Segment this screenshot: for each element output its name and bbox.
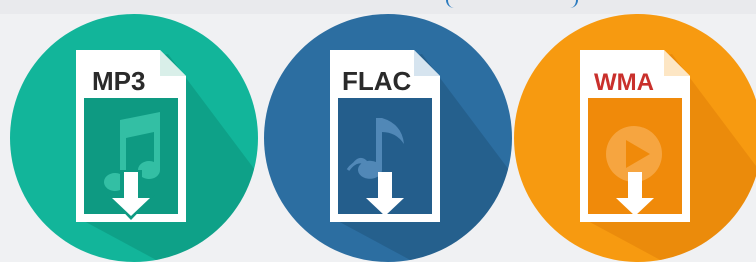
flac-download-badge[interactable]: FLAC [264, 14, 512, 262]
badge-label: WMA [594, 69, 654, 96]
mp3-download-badge[interactable]: MP3 [10, 14, 258, 262]
badge-label: FLAC [342, 66, 412, 96]
badge-label: MP3 [92, 66, 145, 96]
audio-format-icon-row: MP3 FLAC WMA [0, 14, 756, 262]
flac-file-icon: FLAC [264, 14, 512, 262]
wma-file-icon: WMA [514, 14, 756, 262]
cropped-heading-fragment [446, 0, 458, 8]
mp3-file-icon: MP3 [10, 14, 258, 262]
cropped-heading-fragment [566, 0, 578, 8]
top-strip [0, 0, 756, 14]
wma-download-badge[interactable]: WMA [514, 14, 756, 262]
